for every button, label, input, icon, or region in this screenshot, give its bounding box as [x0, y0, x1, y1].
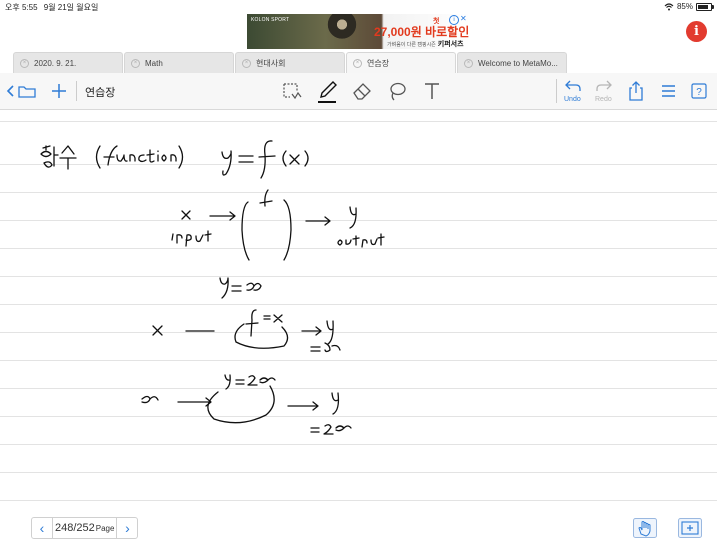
close-tab-icon[interactable]: × [353, 58, 362, 68]
hand-scroll-icon[interactable] [633, 518, 657, 538]
undo-label[interactable]: Undo [564, 96, 581, 103]
info-button[interactable]: i [686, 21, 707, 42]
tab-label: 현대사회 [256, 58, 286, 68]
toolbar-divider [76, 81, 77, 101]
page-navigator: ‹ 248/252Page › [31, 517, 139, 539]
close-tab-icon[interactable]: × [131, 58, 140, 68]
undo-icon[interactable] [564, 79, 582, 93]
ad-headline: 27,000원 바로할인 [374, 25, 470, 39]
previous-page-button[interactable]: ‹ [32, 518, 52, 538]
handwriting-canvas[interactable] [0, 110, 717, 517]
list-icon[interactable] [661, 84, 676, 98]
ad-subtext: 가벼움이 다른 캠핑시즌 키퍼서츠 [387, 39, 464, 49]
tab-practice-pad[interactable]: × 연습장 [346, 52, 456, 73]
page-suffix: Page [95, 524, 115, 533]
status-bar: 오후 5:55 9월 21일 월요일 85% [0, 0, 717, 14]
lasso-icon[interactable] [388, 82, 406, 102]
wifi-icon [664, 2, 674, 10]
battery-icon [696, 2, 714, 11]
page-counter[interactable]: 248/252Page [52, 518, 118, 538]
ad-close-button[interactable]: ✕ [460, 15, 467, 23]
close-tab-icon[interactable]: × [464, 58, 473, 68]
redo-label[interactable]: Redo [595, 96, 612, 103]
tab-label: Welcome to MetaMo... [478, 58, 558, 68]
toolbar: 연습장 Undo Redo ? [0, 73, 717, 110]
tab-label: 2020. 9. 21. [34, 58, 77, 68]
tab-label: Math [145, 58, 163, 68]
handwriting-strokes [40, 140, 385, 435]
tab-modern-society[interactable]: × 현대사회 [235, 52, 345, 73]
status-time: 오후 5:55 [5, 3, 38, 12]
ad-banner[interactable]: KOLON SPORT 첫 i ✕ 27,000원 바로할인 가벼움이 다른 캠… [247, 14, 471, 49]
eraser-icon[interactable] [352, 82, 372, 100]
help-icon[interactable]: ? [691, 83, 707, 99]
folder-icon[interactable] [18, 84, 36, 98]
close-tab-icon[interactable]: × [242, 58, 251, 68]
lasso-select-icon[interactable] [282, 82, 302, 102]
plus-icon[interactable] [51, 83, 67, 99]
document-title: 연습장 [85, 87, 116, 99]
tab-label: 연습장 [367, 58, 390, 68]
ad-brand: KOLON SPORT [251, 17, 290, 23]
redo-icon[interactable] [595, 79, 613, 93]
bottom-bar: ‹ 248/252Page › [0, 517, 717, 539]
pen-icon[interactable] [318, 81, 338, 101]
back-chevron-icon[interactable] [6, 84, 16, 98]
svg-text:?: ? [696, 87, 702, 98]
tab-welcome[interactable]: × Welcome to MetaMo... [457, 52, 567, 73]
ad-product: 키퍼서츠 [437, 41, 464, 48]
text-icon[interactable] [424, 82, 440, 100]
pen-selected-indicator [318, 101, 336, 103]
ad-subtext-text: 가벼움이 다른 캠핑시즌 [387, 42, 436, 48]
status-date: 9월 21일 월요일 [43, 3, 99, 12]
toolbar-divider [556, 79, 557, 103]
battery-percent: 85% [676, 2, 693, 11]
close-tab-icon[interactable]: × [20, 58, 29, 68]
ad-image [317, 14, 367, 49]
page-number: 248/252 [55, 522, 95, 534]
add-page-icon[interactable] [678, 518, 702, 538]
tab-math[interactable]: × Math [124, 52, 234, 73]
next-page-button[interactable]: › [117, 518, 137, 538]
share-icon[interactable] [628, 81, 644, 101]
tab-2020-9-21[interactable]: × 2020. 9. 21. [13, 52, 123, 73]
tab-bar: × 2020. 9. 21. × Math × 현대사회 × 연습장 × Welcome … [13, 52, 568, 73]
